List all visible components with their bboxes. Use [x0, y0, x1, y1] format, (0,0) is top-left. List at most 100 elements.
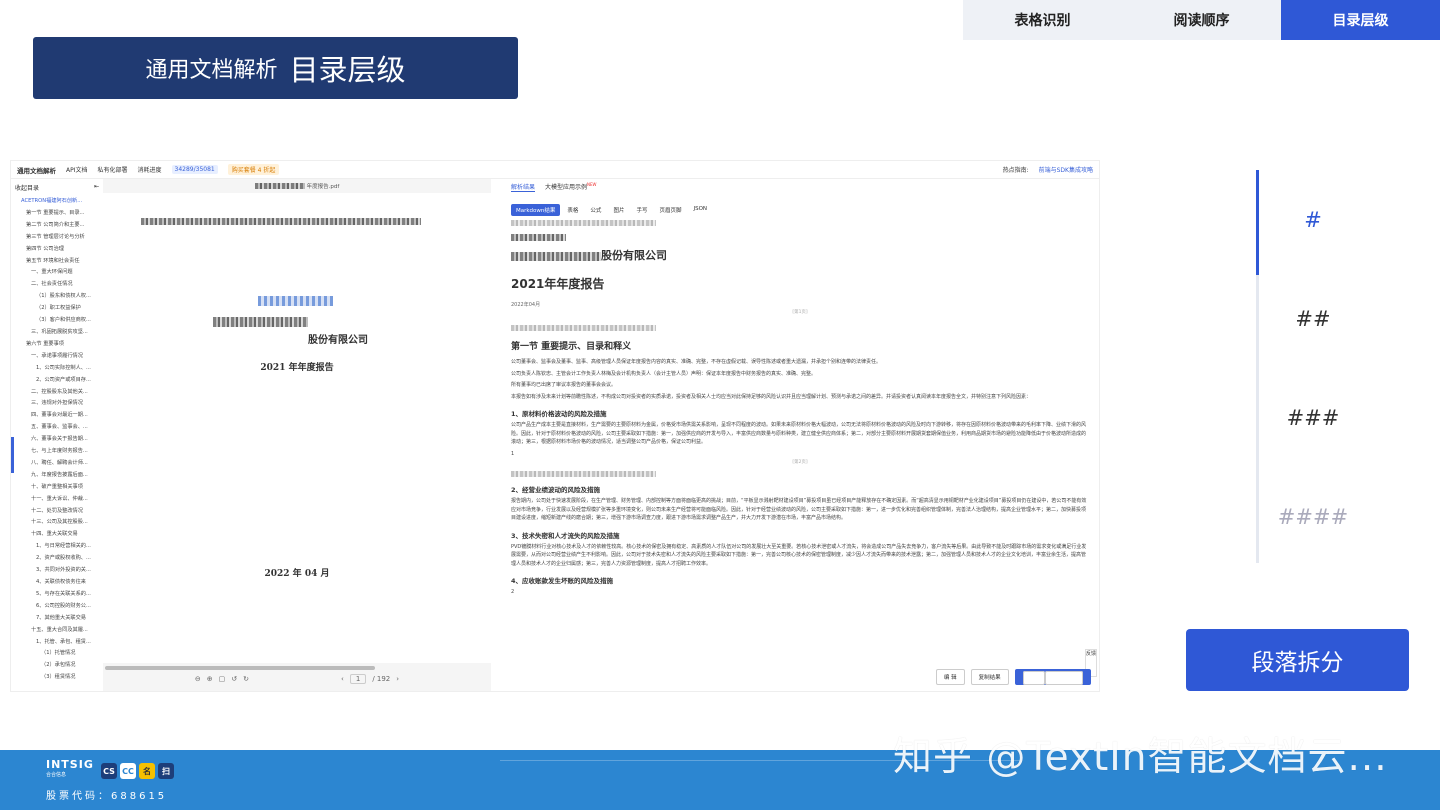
markdown-result: 股份有限公司 2021年年度报告 2022年04月 [第1页] 第一节 重要提示…	[511, 220, 1089, 597]
export-result-button[interactable]: ⇩ 导出结果	[1014, 669, 1091, 685]
nav-api-docs[interactable]: API文档	[66, 165, 88, 174]
tab-llm-examples[interactable]: 大模型应用示例NEW	[545, 182, 597, 191]
toc-item[interactable]: （1）托管情况	[15, 648, 99, 660]
prev-page-icon[interactable]: ‹	[341, 675, 344, 683]
next-page-icon[interactable]: ›	[396, 675, 399, 683]
toc-item[interactable]: 六、董事会关于报告期...	[15, 434, 99, 446]
collapse-icon[interactable]: ⇤	[94, 183, 99, 192]
title-main: 通用文档解析	[145, 58, 278, 83]
tab-toc-hierarchy[interactable]: 目录层级	[1281, 0, 1440, 40]
nav-brand[interactable]: 通用文档解析	[17, 165, 56, 175]
md-paragraph: PVD镀膜材料行业对核心技术及人才的依赖性较高。核心技术的保密及拥有稳定、高素质…	[511, 543, 1087, 567]
page-input[interactable]: 1	[349, 674, 367, 684]
zoom-in-icon[interactable]: ⊕	[207, 675, 213, 683]
rotate-right-icon[interactable]: ↻	[243, 675, 249, 683]
toc-item[interactable]: 第六节 重要事项	[15, 339, 99, 351]
md-date: 2022年04月	[511, 302, 541, 308]
format-tab-image[interactable]: 图片	[608, 204, 629, 216]
toc-item[interactable]: 十二、处罚及整改情况	[15, 506, 99, 518]
toc-item[interactable]: 第四节 公司治理	[15, 244, 99, 256]
toc-item[interactable]: 四、董事会对最近一期...	[15, 410, 99, 422]
toc-item[interactable]: 五、董事会、监事会、...	[15, 422, 99, 434]
toc-item[interactable]: 三、巩固拓展脱贫攻坚...	[15, 327, 99, 339]
toc-item[interactable]: 1、托管、承包、租赁...	[15, 637, 99, 649]
slide-title: 通用文档解析 目录层级	[33, 37, 518, 99]
md-page-number: 2	[511, 589, 515, 595]
md-section-1: 第一节 重要提示、目录和释义	[511, 342, 632, 352]
toc-item[interactable]: ACETRON福建阿石创新...	[15, 196, 99, 208]
toc-item[interactable]: 1、与日常经营相关的...	[15, 541, 99, 553]
toc-item[interactable]: 十三、公司及其控股股...	[15, 517, 99, 529]
hint-link[interactable]: 前端与SDK集成攻略	[1039, 165, 1093, 174]
toc-item[interactable]: 4、关联债权债务往来	[15, 577, 99, 589]
heading-level-4: ####	[1277, 505, 1349, 529]
export-icon: ⇩	[1022, 671, 1045, 685]
toc-item[interactable]: 第五节 环境和社会责任	[15, 256, 99, 268]
toc-item[interactable]: 十一、重大诉讼、仲裁...	[15, 494, 99, 506]
tab-reading-order[interactable]: 阅读顺序	[1122, 0, 1281, 40]
nav-private-deploy[interactable]: 私有化部署	[98, 165, 128, 174]
md-paragraph: 所有董事均已出席了审议本报告的董事会会议。	[511, 382, 617, 388]
paragraph-split-button[interactable]: 段落拆分	[1186, 629, 1409, 691]
md-page-marker-2: [第2页]	[792, 460, 808, 465]
toc-item[interactable]: （3）客户和供应商权...	[15, 315, 99, 327]
toc-item[interactable]: 3、共同对外投资的关...	[15, 565, 99, 577]
toc-item[interactable]: （1）股东和债权人权...	[15, 291, 99, 303]
pdf-filename: 年度报告.pdf	[103, 179, 491, 192]
md-paragraph: 公司董事会、监事会及董事、监事、高级管理人员保证年度报告内容的真实、准确、完整，…	[511, 359, 882, 365]
hint-label: 热点指南:	[1002, 167, 1029, 174]
pdf-page: 股份有限公司 2021 年年度报告 2022 年 04 月	[103, 193, 491, 663]
format-tab-table[interactable]: 表格	[562, 204, 583, 216]
toc-item[interactable]: 2、资产或股权收购、...	[15, 553, 99, 565]
pdf-report-title: 2021 年年度报告	[260, 363, 334, 373]
format-tab-markdown[interactable]: Markdown结果	[511, 204, 561, 216]
new-badge: NEW	[587, 182, 597, 187]
toc-item[interactable]: 1、公司实际控制人、...	[15, 363, 99, 375]
format-tab-handwriting[interactable]: 手写	[631, 204, 652, 216]
toc-item[interactable]: 十、破产重整相关事项	[15, 482, 99, 494]
result-actions: 编 辑 复制结果 ⇩ 导出结果	[935, 669, 1091, 685]
toc-item[interactable]: 二、社会责任情况	[15, 279, 99, 291]
toc-item[interactable]: 一、承诺事项履行情况	[15, 351, 99, 363]
toc-item[interactable]: 第二节 公司简介和主要...	[15, 220, 99, 232]
usage-label: 消耗进度	[137, 167, 162, 174]
format-tab-json[interactable]: JSON	[688, 204, 712, 216]
toc-item[interactable]: （3）租赁情况	[15, 672, 99, 684]
toc-item[interactable]: 十五、重大合同及其履...	[15, 625, 99, 637]
fit-page-icon[interactable]: ▢	[219, 675, 226, 683]
tab-table-recognition[interactable]: 表格识别	[963, 0, 1122, 40]
copy-result-button[interactable]: 复制结果	[970, 669, 1009, 685]
title-sub: 目录层级	[289, 53, 406, 87]
toc-item[interactable]: 三、违规对外担保情况	[15, 398, 99, 410]
toc-item[interactable]: 6、公司控股的财务公...	[15, 601, 99, 613]
toc-item[interactable]: 八、聘任、解聘会计师...	[15, 458, 99, 470]
toc-item[interactable]: 一、重大环保问题	[15, 267, 99, 279]
toc-collapse-label[interactable]: 收起目录	[15, 183, 39, 192]
toc-item[interactable]: 二、控股股东及其他关...	[15, 387, 99, 399]
tab-parse-result[interactable]: 解析结果	[511, 182, 536, 192]
edit-button[interactable]: 编 辑	[935, 669, 965, 685]
toc-item[interactable]: 7、其他重大关联交易	[15, 613, 99, 625]
camcard-icon: CC	[120, 763, 136, 779]
format-tab-header-footer[interactable]: 页眉页脚	[654, 204, 686, 216]
toc-item[interactable]: （2）承包情况	[15, 660, 99, 672]
toc-scroll-marker	[11, 437, 14, 473]
zoom-out-icon[interactable]: ⊖	[195, 675, 201, 683]
promo-badge[interactable]: 购买套餐 4 折起	[227, 164, 280, 175]
watermark: 知乎 @TextIn智能文档云...	[893, 735, 1388, 780]
toc-item[interactable]: 七、与上年度财务报告...	[15, 446, 99, 458]
format-tab-formula[interactable]: 公式	[585, 204, 606, 216]
toc-item[interactable]: 十四、重大关联交易	[15, 529, 99, 541]
md-paragraph: 本报告如有涉及未来计划等前瞻性陈述，不构成公司对投资者的实质承诺，投资者及相关人…	[511, 393, 1032, 400]
toc-item[interactable]: 第三节 管理层讨论与分析	[15, 232, 99, 244]
toc-item[interactable]: 第一节 重要提示、目录...	[15, 208, 99, 220]
toc-item[interactable]: （2）职工权益保护	[15, 303, 99, 315]
pdf-date: 2022 年 04 月	[264, 569, 330, 579]
page-total: / 192	[372, 675, 391, 683]
md-page-number: 1	[511, 450, 515, 457]
toc-item[interactable]: 2、公司资产或项目存...	[15, 375, 99, 387]
toc-item[interactable]: 5、与存在关联关系的...	[15, 589, 99, 601]
toc-item[interactable]: 九、年度报告披露后面...	[15, 470, 99, 482]
rotate-left-icon[interactable]: ↺	[231, 675, 237, 683]
format-tabs: Markdown结果 表格 公式 图片 手写 页眉页脚 JSON	[511, 204, 1089, 216]
